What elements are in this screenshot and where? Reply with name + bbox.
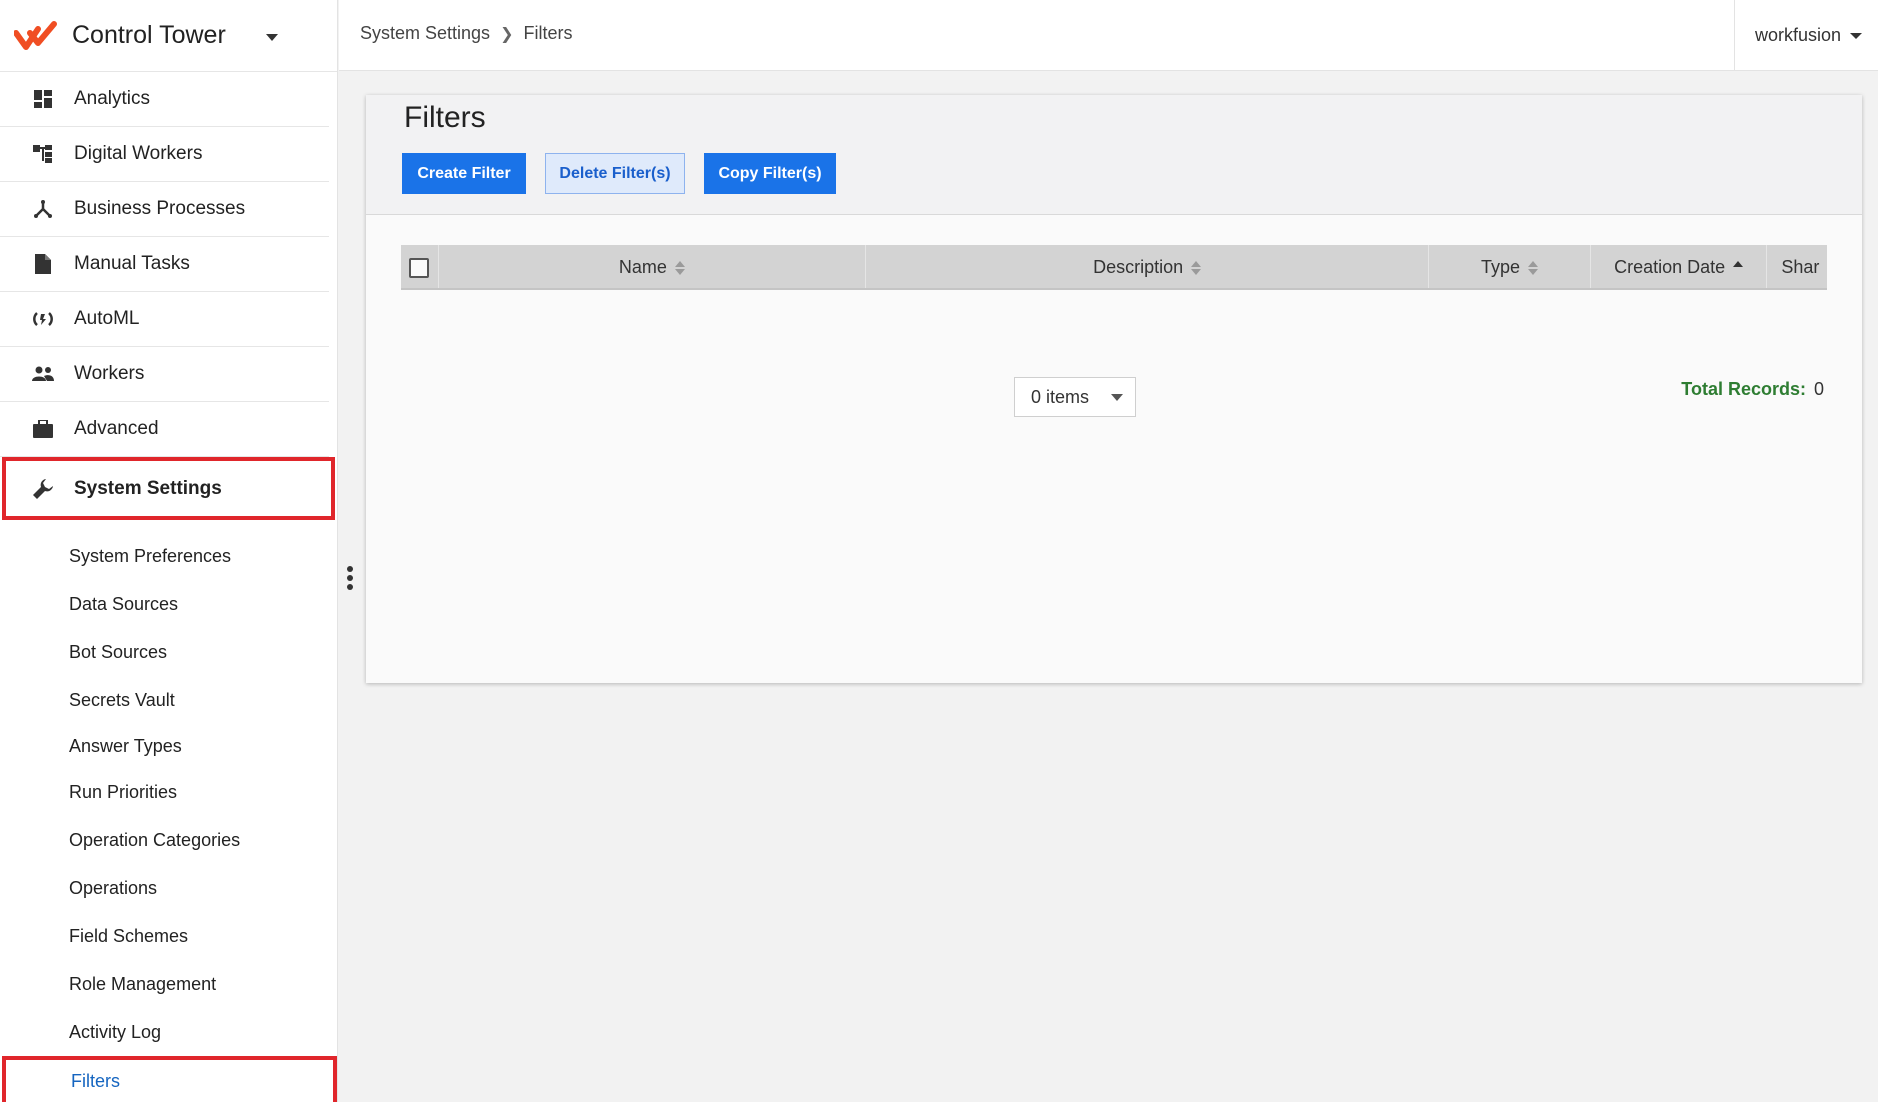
nav-item-manual-tasks[interactable]: Manual Tasks: [0, 237, 329, 292]
document-icon: [32, 253, 54, 275]
sort-ascending-icon: [1733, 260, 1744, 275]
system-settings-subnav: System Preferences Data Sources Bot Sour…: [0, 520, 337, 1102]
total-records-value: 0: [1813, 379, 1824, 399]
nav-item-workers[interactable]: Workers: [0, 347, 329, 402]
page-size-select[interactable]: 0 items: [1014, 377, 1136, 417]
nav-item-label: Analytics: [74, 88, 151, 109]
nav-item-business-processes[interactable]: Business Processes: [0, 182, 329, 237]
nav-item-label: System Settings: [74, 477, 222, 499]
create-filter-button[interactable]: Create Filter: [402, 153, 526, 194]
column-label: Type: [1481, 257, 1521, 277]
page-size-value: 0 items: [1031, 386, 1090, 407]
wrench-icon: [32, 478, 54, 500]
nav-item-label: Workers: [74, 363, 145, 384]
subnav-filters[interactable]: Filters: [2, 1056, 337, 1102]
sort-icon: [1528, 260, 1539, 275]
subnav-operations[interactable]: Operations: [0, 864, 337, 912]
panel-header: Filters Create Filter Delete Filter(s) C…: [366, 95, 1862, 215]
top-bar: System Settings ❯ Filters workfusion: [339, 0, 1878, 71]
nav-item-label: Digital Workers: [74, 143, 203, 164]
column-header-description[interactable]: Description: [866, 245, 1430, 288]
filters-table-header: Name Description Type Creation Date Shar: [401, 245, 1827, 290]
sort-icon: [674, 260, 685, 275]
column-label: Description: [1093, 257, 1184, 277]
main-nav: Analytics Digital Workers Business Proce…: [0, 72, 337, 520]
subnav-operation-categories[interactable]: Operation Categories: [0, 816, 337, 864]
column-label: Creation Date: [1614, 257, 1726, 277]
breadcrumb-filters: Filters: [523, 23, 573, 43]
subnav-field-schemes[interactable]: Field Schemes: [0, 912, 337, 960]
user-name: workfusion: [1755, 25, 1842, 45]
hierarchy-icon: [32, 143, 54, 165]
select-all-cell: [401, 245, 439, 288]
subnav-role-management[interactable]: Role Management: [0, 960, 337, 1008]
subnav-answer-types[interactable]: Answer Types: [0, 724, 337, 768]
subnav-activity-log[interactable]: Activity Log: [0, 1008, 337, 1056]
subnav-bot-sources[interactable]: Bot Sources: [0, 628, 337, 676]
nav-item-advanced[interactable]: Advanced: [0, 402, 329, 457]
column-header-type[interactable]: Type: [1429, 245, 1591, 288]
brain-icon: [32, 308, 54, 330]
chevron-down-icon: [1850, 32, 1863, 39]
select-all-checkbox[interactable]: [409, 257, 430, 278]
dashboard-icon: [32, 88, 54, 110]
sort-icon: [1191, 260, 1202, 275]
process-icon: [32, 198, 54, 220]
total-records-label: Total Records:: [1681, 379, 1806, 399]
column-label: Shar: [1781, 257, 1820, 277]
copy-filters-button[interactable]: Copy Filter(s): [704, 153, 836, 194]
sidebar-resize-handle[interactable]: [347, 566, 353, 593]
nav-item-automl[interactable]: AutoML: [0, 292, 329, 347]
breadcrumb-system-settings[interactable]: System Settings: [360, 23, 490, 44]
breadcrumb: System Settings ❯ Filters: [360, 23, 572, 44]
subnav-data-sources[interactable]: Data Sources: [0, 580, 337, 628]
sidebar: Control Tower Analytics Digital Workers …: [0, 0, 338, 1102]
filters-panel: Filters Create Filter Delete Filter(s) C…: [366, 95, 1862, 683]
column-header-creation-date[interactable]: Creation Date: [1591, 245, 1768, 288]
column-label: Name: [618, 257, 667, 277]
column-header-shared[interactable]: Shar: [1767, 245, 1827, 288]
chevron-down-icon: [1111, 394, 1123, 401]
workfusion-logo-icon: [14, 20, 57, 50]
nav-item-label: Manual Tasks: [74, 253, 190, 274]
subnav-secrets-vault[interactable]: Secrets Vault: [0, 676, 337, 724]
nav-item-label: AutoML: [74, 308, 140, 329]
nav-item-analytics[interactable]: Analytics: [0, 72, 329, 127]
app-title: Control Tower: [72, 21, 226, 49]
subnav-run-priorities[interactable]: Run Priorities: [0, 768, 337, 816]
nav-item-system-settings[interactable]: System Settings: [2, 457, 335, 520]
chevron-right-icon: ❯: [500, 25, 514, 43]
briefcase-icon: [32, 418, 54, 440]
user-menu[interactable]: workfusion: [1734, 0, 1878, 71]
page-title: Filters: [404, 101, 486, 134]
column-header-name[interactable]: Name: [439, 245, 867, 288]
nav-item-label: Advanced: [74, 418, 159, 439]
app-switcher[interactable]: Control Tower: [0, 0, 337, 72]
delete-filters-button[interactable]: Delete Filter(s): [545, 153, 685, 194]
nav-item-digital-workers[interactable]: Digital Workers: [0, 127, 329, 182]
people-icon: [32, 363, 54, 385]
nav-item-label: Business Processes: [74, 198, 246, 219]
chevron-down-icon[interactable]: [265, 34, 278, 41]
total-records: Total Records: 0: [1681, 379, 1824, 400]
subnav-system-preferences[interactable]: System Preferences: [0, 532, 337, 580]
